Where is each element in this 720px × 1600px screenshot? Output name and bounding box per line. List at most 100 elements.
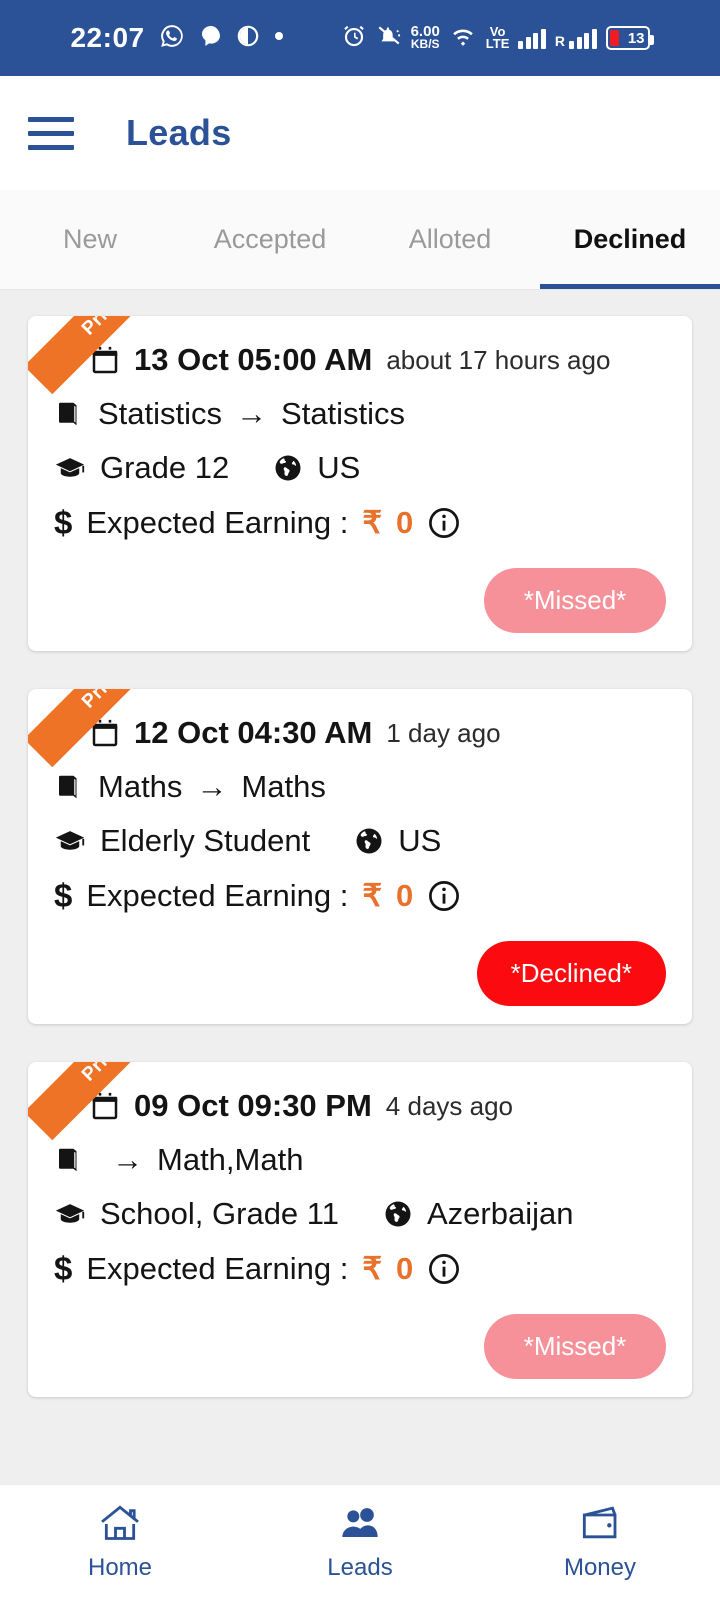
info-circle-icon[interactable] <box>427 506 461 540</box>
lead-status-row: *Missed* <box>54 560 666 633</box>
app-bar: Leads <box>0 76 720 190</box>
globe-icon <box>273 453 303 483</box>
prime-ribbon-label: Prime <box>78 316 133 340</box>
lead-subject-row: → Math,Math <box>54 1142 666 1178</box>
lead-grade-row: Elderly Student US <box>54 823 666 859</box>
lead-earning-label: Expected Earning : <box>86 505 349 540</box>
lead-grade: School, Grade 11 <box>100 1196 339 1231</box>
prime-ribbon-label: Prime <box>78 1062 133 1086</box>
calendar-icon <box>90 345 120 375</box>
lead-subject-arrow: → <box>196 769 228 804</box>
lead-subject-to: Maths <box>241 769 326 804</box>
graduation-cap-icon <box>54 826 86 856</box>
battery-fill <box>609 30 619 46</box>
lead-subject-row: Statistics → Statistics <box>54 396 666 432</box>
dollar-icon: $ <box>54 877 73 914</box>
lead-country: Azerbaijan <box>426 1196 574 1231</box>
battery-indicator: 13 <box>605 26 654 50</box>
tab-label: Declined <box>573 224 687 254</box>
lead-country: US <box>317 450 361 485</box>
lead-grade-row: Grade 12 US <box>54 450 666 486</box>
lead-subject-from: Maths <box>98 769 183 804</box>
status-badge-missed[interactable]: *Missed* <box>484 1314 666 1379</box>
contrast-icon <box>237 25 259 52</box>
lead-earning-currency: ₹ <box>362 505 383 540</box>
lead-subject-to: Statistics <box>281 396 406 431</box>
lead-grade: Elderly Student <box>100 823 311 858</box>
bell-muted-icon <box>376 23 402 54</box>
lead-country: US <box>398 823 442 858</box>
tab-declined[interactable]: Declined <box>540 190 720 289</box>
lead-earning-row: $ Expected Earning : ₹ 0 <box>54 504 666 542</box>
lead-subject-to: Math,Math <box>157 1142 304 1177</box>
lead-subject-row: Maths → Maths <box>54 769 666 805</box>
network-speed-indicator: 6.00 KB/S <box>411 24 440 51</box>
dot-icon <box>273 29 285 47</box>
info-circle-icon[interactable] <box>427 1252 461 1286</box>
dollar-icon: $ <box>54 504 73 541</box>
hamburger-menu-icon[interactable] <box>28 116 74 150</box>
lead-datetime-row: 13 Oct 05:00 AM about 17 hours ago <box>54 342 666 378</box>
tab-label: Accepted <box>213 224 327 254</box>
lead-relative-time: 1 day ago <box>386 717 501 748</box>
status-bar: 22:07 6.00 KB/S Vo LTE R 13 <box>0 0 720 76</box>
globe-icon <box>383 1199 413 1229</box>
lead-status-row: *Declined* <box>54 933 666 1006</box>
lead-earning-label: Expected Earning : <box>86 878 349 913</box>
tab-accepted[interactable]: Accepted <box>180 190 360 289</box>
tab-label: New <box>62 224 117 254</box>
hamburger-line <box>28 130 74 136</box>
bottom-navigation: Home Leads Money <box>0 1484 720 1600</box>
lead-datetime-row: 09 Oct 09:30 PM 4 days ago <box>54 1088 666 1124</box>
tab-new[interactable]: New <box>0 190 180 289</box>
status-badge-declined[interactable]: *Declined* <box>476 941 666 1006</box>
chat-bubble-icon <box>199 24 223 53</box>
roaming-label: R <box>554 33 566 49</box>
tab-label: Alloted <box>408 224 492 254</box>
lead-datetime: 09 Oct 09:30 PM <box>134 1088 372 1123</box>
graduation-cap-icon <box>54 453 86 483</box>
wallet-icon <box>578 1503 622 1548</box>
tab-bar: New Accepted Alloted Declined <box>0 190 720 290</box>
lead-card[interactable]: Prime 12 Oct 04:30 AM 1 day ago Maths → … <box>28 689 692 1024</box>
nav-label: Leads <box>327 1554 393 1581</box>
info-circle-icon[interactable] <box>427 879 461 913</box>
lead-status-row: *Missed* <box>54 1306 666 1379</box>
tab-alloted[interactable]: Alloted <box>360 190 540 289</box>
book-icon <box>54 399 84 429</box>
nav-item-home[interactable]: Home <box>0 1503 240 1582</box>
lead-datetime-row: 12 Oct 04:30 AM 1 day ago <box>54 715 666 751</box>
lead-datetime: 13 Oct 05:00 AM <box>134 342 373 377</box>
lead-earning-label: Expected Earning : <box>86 1251 349 1286</box>
nav-item-leads[interactable]: Leads <box>240 1503 480 1582</box>
hamburger-line <box>28 116 74 122</box>
alarm-clock-icon <box>341 23 367 54</box>
globe-icon <box>354 826 384 856</box>
graduation-cap-icon <box>54 1199 86 1229</box>
lead-card[interactable]: Prime 09 Oct 09:30 PM 4 days ago → Math,… <box>28 1062 692 1397</box>
home-icon <box>98 1503 142 1548</box>
calendar-icon <box>90 718 120 748</box>
lead-grade-row: School, Grade 11 Azerbaijan <box>54 1196 666 1232</box>
hamburger-line <box>28 144 74 150</box>
calendar-icon <box>90 1091 120 1121</box>
lead-card[interactable]: Prime 13 Oct 05:00 AM about 17 hours ago… <box>28 316 692 651</box>
lead-list[interactable]: Prime 13 Oct 05:00 AM about 17 hours ago… <box>0 290 720 1600</box>
nav-label: Money <box>563 1554 637 1581</box>
status-badge-missed[interactable]: *Missed* <box>484 568 666 633</box>
lead-grade: Grade 12 <box>100 450 230 485</box>
nav-item-money[interactable]: Money <box>480 1503 720 1582</box>
book-icon <box>54 1145 84 1175</box>
lead-subject-arrow: → <box>236 396 268 431</box>
roaming-signal-icon: R <box>555 27 597 49</box>
status-bar-right: 6.00 KB/S Vo LTE R 13 <box>341 23 654 54</box>
lead-relative-time: 4 days ago <box>385 1090 514 1121</box>
dollar-icon: $ <box>54 1250 73 1287</box>
book-icon <box>54 772 84 802</box>
lead-earning-amount: 0 <box>396 1251 414 1286</box>
lead-earning-amount: 0 <box>396 878 414 913</box>
battery-percent: 13 <box>627 29 645 47</box>
signal-bars-icon <box>518 27 546 49</box>
lead-earning-row: $ Expected Earning : ₹ 0 <box>54 1250 666 1288</box>
wifi-icon <box>449 24 477 53</box>
